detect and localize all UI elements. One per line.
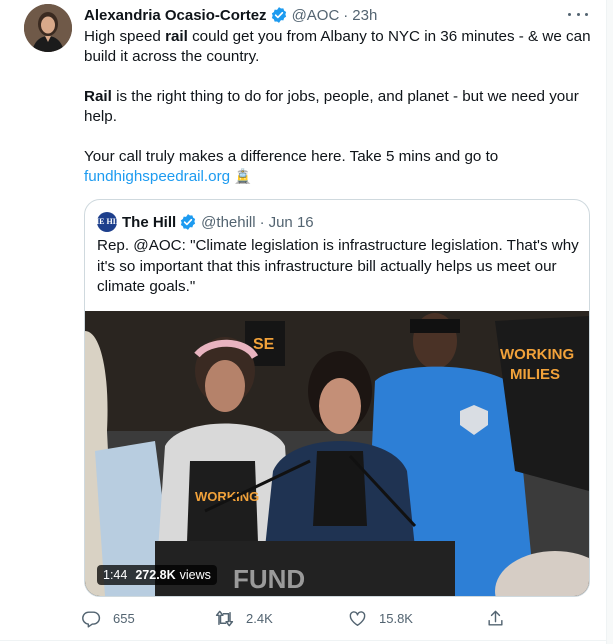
video-frame-image: SE WORKING WORKING MILIES FUND	[85, 311, 589, 596]
like-button[interactable]: 15.8K	[348, 606, 413, 630]
tweet-text: High speed rail could get you from Alban…	[84, 27, 594, 187]
tweet-paragraph-2: Rail is the right thing to do for jobs, …	[84, 88, 579, 125]
separator-dot: ·	[259, 213, 265, 231]
quoted-author-handle[interactable]: @thehill	[201, 214, 255, 231]
video-duration: 1:44	[103, 568, 128, 582]
svg-text:WORKING: WORKING	[500, 346, 574, 363]
retweet-icon	[215, 610, 234, 626]
retweet-count: 2.4K	[246, 610, 273, 626]
tweet-divider	[0, 640, 607, 641]
like-icon	[349, 610, 366, 626]
reply-icon	[82, 610, 101, 628]
share-icon	[488, 610, 503, 626]
video-stats-badge: 1:44 272.8K views	[97, 565, 217, 585]
svg-text:SE: SE	[253, 336, 275, 353]
video-views-label: views	[179, 568, 211, 582]
retweet-button[interactable]: 2.4K	[215, 606, 273, 630]
verified-badge-icon	[270, 6, 288, 24]
reply-count: 655	[113, 610, 135, 626]
video-player[interactable]: SE WORKING WORKING MILIES FUND 1:44 272.…	[85, 311, 589, 596]
tweet-link[interactable]: fundhighspeedrail.org	[84, 168, 230, 185]
separator-dot: ·	[343, 6, 349, 24]
tweet-timestamp[interactable]: 23h	[352, 7, 377, 24]
quoted-tweet-text: Rep. @AOC: "Climate legislation is infra…	[97, 237, 579, 295]
tweet-actions: 655 2.4K 15.8K	[82, 606, 552, 632]
scrollbar[interactable]	[607, 0, 613, 644]
tweet-card[interactable]: Alexandria Ocasio-Cortez @AOC · 23h High…	[0, 0, 607, 644]
more-options-icon[interactable]	[568, 6, 588, 22]
author-avatar[interactable]	[24, 4, 72, 52]
quoted-tweet-header: THE HILL The Hill @thehill · Jun 16	[88, 212, 314, 232]
quoted-date[interactable]: Jun 16	[269, 214, 314, 231]
share-button[interactable]	[486, 606, 517, 630]
tram-emoji-icon: 🚊	[234, 169, 252, 185]
verified-badge-icon	[179, 213, 197, 231]
author-handle[interactable]: @AOC	[292, 7, 340, 24]
tweet-paragraph-1: High speed rail could get you from Alban…	[84, 28, 591, 65]
the-hill-logo-icon: THE HILL	[88, 212, 126, 232]
reply-button[interactable]: 655	[82, 606, 135, 630]
quoted-tweet[interactable]: THE HILL The Hill @thehill · Jun 16 Rep.…	[84, 199, 590, 597]
podium-sign-text: FUND	[233, 564, 305, 594]
quoted-author-name[interactable]: The Hill	[122, 214, 176, 231]
like-count: 15.8K	[379, 610, 413, 626]
author-name[interactable]: Alexandria Ocasio-Cortez	[84, 7, 267, 24]
avatar-image	[24, 4, 72, 52]
tweet-paragraph-3: Your call truly makes a difference here.…	[84, 148, 499, 185]
svg-text:MILIES: MILIES	[510, 366, 560, 383]
video-views: 272.8K	[135, 568, 176, 582]
tweet-header: Alexandria Ocasio-Cortez @AOC · 23h	[84, 4, 377, 26]
